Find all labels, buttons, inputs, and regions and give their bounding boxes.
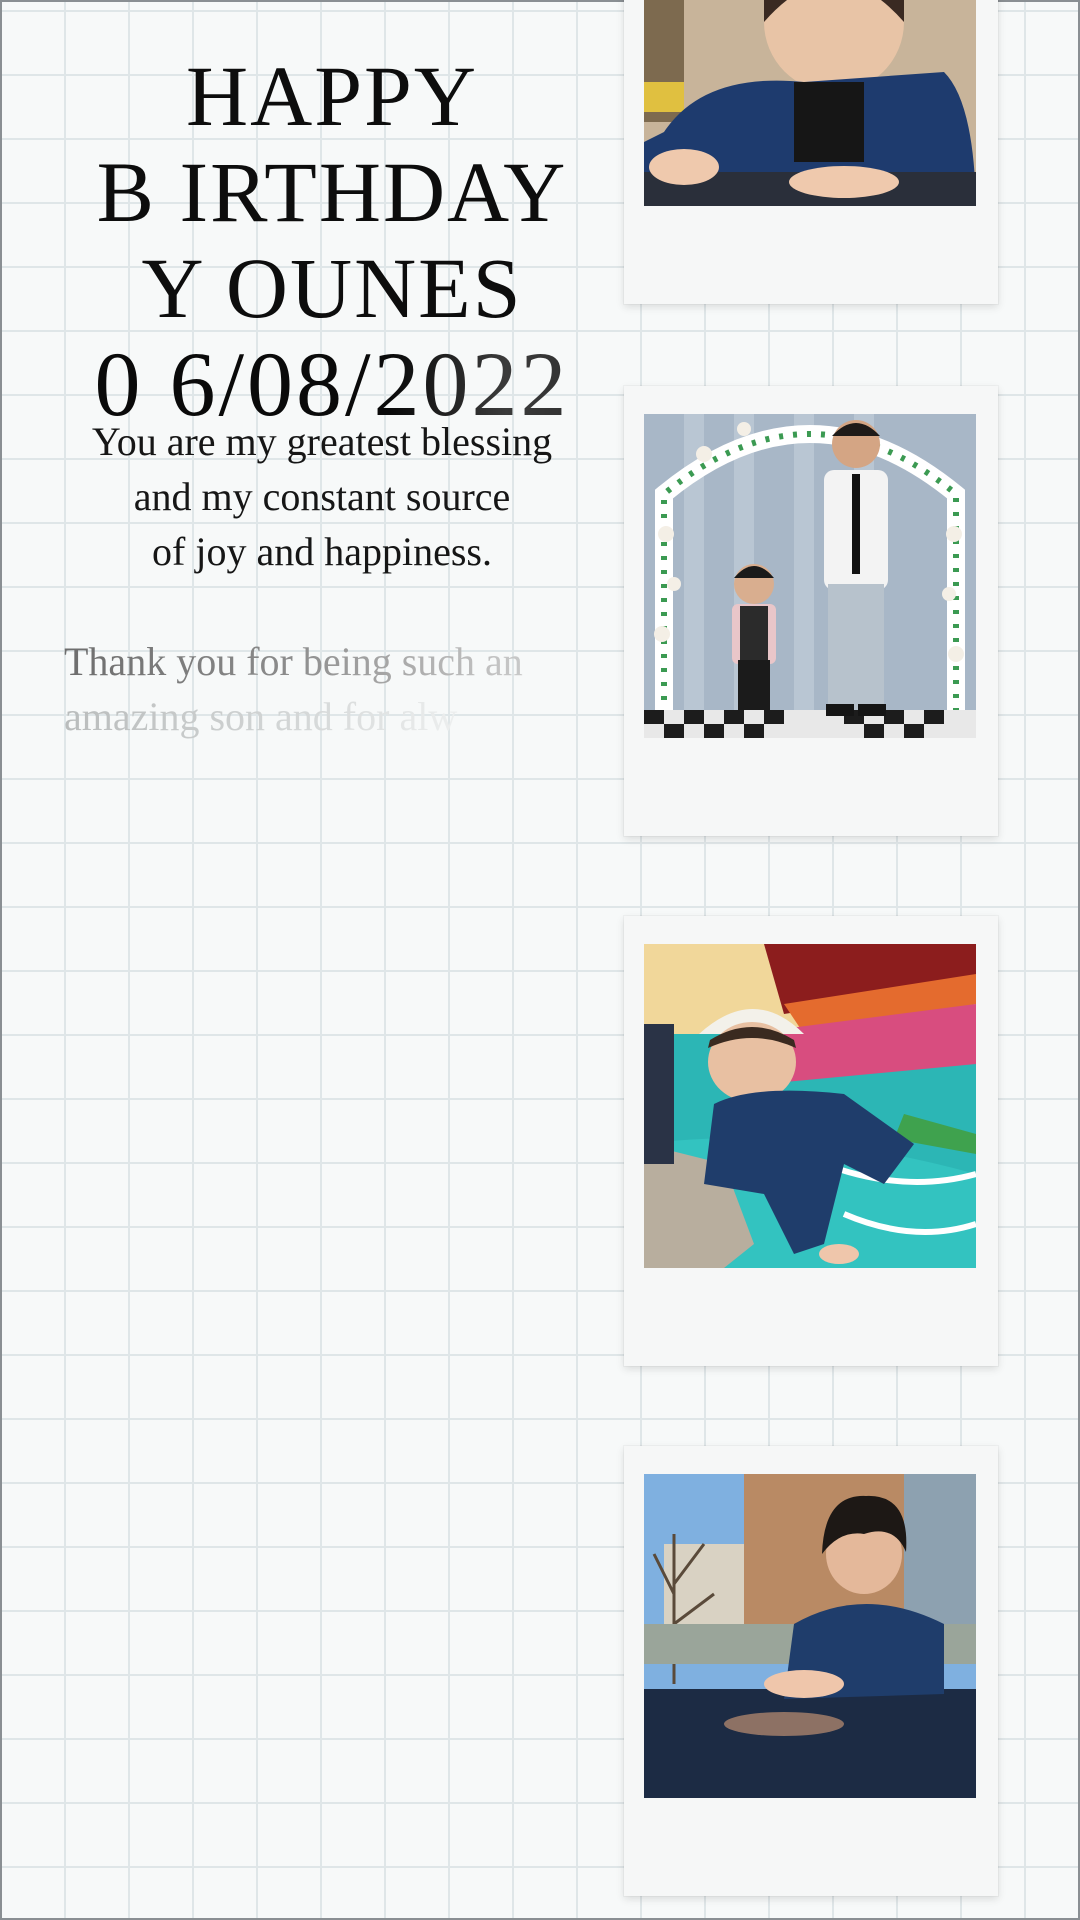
message-line: of joy and happiness. [152,529,492,574]
polaroid-frame-2[interactable] [624,386,998,836]
title-happy: HAPPY [186,48,478,144]
boy-in-white-cap-on-prayer-rug-photo [644,944,976,1268]
message-line: and my constant source [133,474,511,519]
message-line: You are my greatest blessing [91,419,553,464]
polaroid-frame-1[interactable] [624,0,998,304]
figurine-father-and-son-under-flower-arch-photo [644,414,976,738]
birthday-message-fading: Thank you for being such an amazing son … [42,634,602,744]
polaroid-frame-3[interactable] [624,916,998,1366]
title-name: Y OUNES [141,240,523,336]
polaroid-frame-4[interactable] [624,1446,998,1896]
title-birthday: B IRTHDAY [96,144,568,240]
message-fading-line: amazing son and for alw [64,689,602,744]
boy-at-table-closeup-photo [644,0,976,206]
message-fading-line: Thank you for being such an [64,634,602,689]
boy-leaning-on-table-outdoors-photo [644,1474,976,1798]
birthday-title: HAPPY B IRTHDAY Y OUNES 0 6/08/2022 [42,48,622,434]
birthday-message: You are my greatest blessing and my cons… [42,414,602,579]
